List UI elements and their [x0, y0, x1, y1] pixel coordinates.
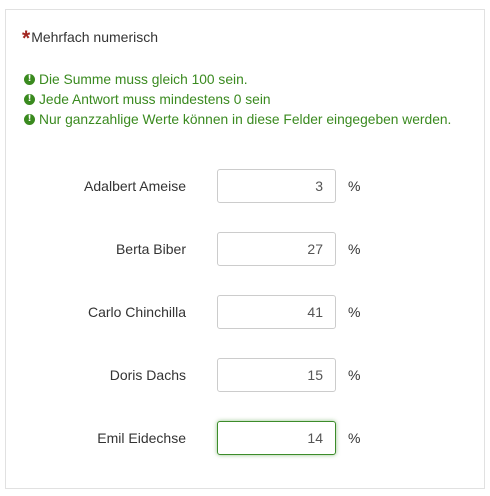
tip-text: Nur ganzzahlige Werte können in diese Fe… [39, 111, 452, 127]
answer-input-focused[interactable] [217, 421, 336, 455]
answer-input[interactable] [217, 295, 336, 329]
exclamation-circle-icon: ! [24, 73, 35, 85]
answer-label: Emil Eidechse [97, 430, 186, 446]
tip-integer: ! Nur ganzzahlige Werte können in diese … [24, 109, 451, 129]
percent-suffix: % [348, 430, 361, 446]
answer-input[interactable] [217, 169, 336, 203]
tip-text: Die Summe muss gleich 100 sein. [39, 71, 248, 87]
percent-suffix: % [348, 304, 361, 320]
answer-input[interactable] [217, 232, 336, 266]
tip-text: Jede Antwort muss mindestens 0 sein [39, 91, 271, 107]
answer-row: Emil Eidechse % [6, 421, 484, 455]
question-panel: *Mehrfach numerisch ! Die Summe muss gle… [5, 9, 485, 489]
answer-row: Berta Biber % [6, 232, 484, 266]
percent-suffix: % [348, 367, 361, 383]
answer-label: Carlo Chinchilla [87, 304, 186, 320]
exclamation-circle-icon: ! [24, 113, 35, 125]
question-title: *Mehrfach numerisch [22, 24, 159, 50]
answer-row: Carlo Chinchilla % [6, 295, 484, 329]
answer-row: Doris Dachs % [6, 358, 484, 392]
mandatory-asterisk: * [22, 27, 31, 50]
answer-label: Doris Dachs [109, 367, 186, 383]
percent-suffix: % [348, 241, 361, 257]
answer-label: Berta Biber [115, 241, 186, 257]
question-text: Mehrfach numerisch [31, 29, 159, 45]
tip-minimum: ! Jede Antwort muss mindestens 0 sein [24, 89, 451, 109]
answer-input[interactable] [217, 358, 336, 392]
exclamation-circle-icon: ! [24, 93, 35, 105]
percent-suffix: % [348, 178, 361, 194]
answer-row: Adalbert Ameise % [6, 169, 484, 203]
validation-tips: ! Die Summe muss gleich 100 sein. ! Jede… [24, 69, 451, 129]
tip-sum: ! Die Summe muss gleich 100 sein. [24, 69, 451, 89]
answer-label: Adalbert Ameise [84, 178, 186, 194]
